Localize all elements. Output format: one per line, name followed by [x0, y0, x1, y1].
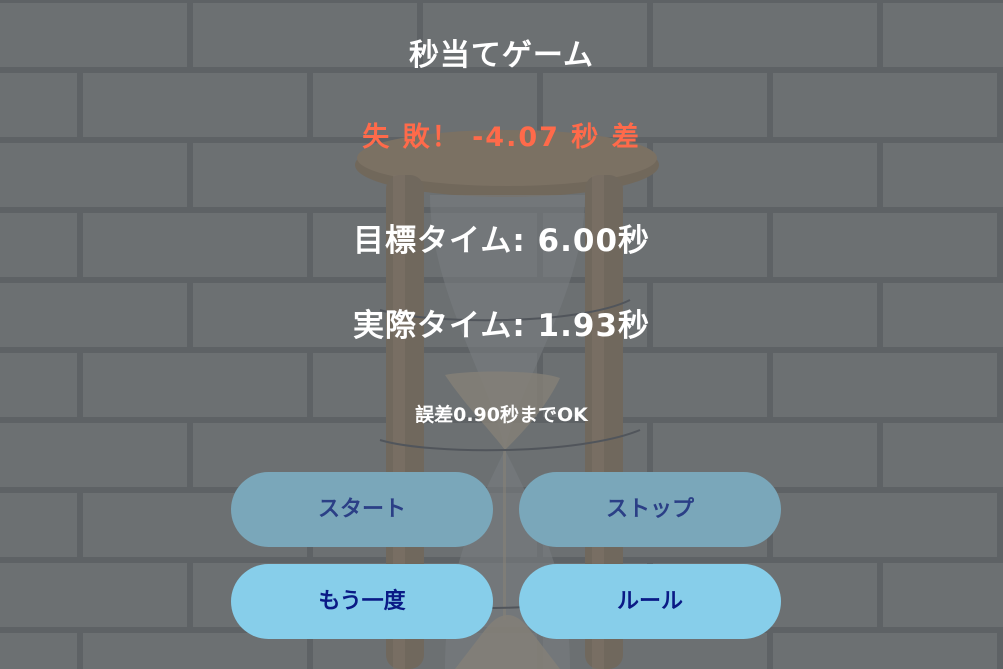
start-button[interactable]: スタート	[231, 472, 493, 547]
target-time: 目標タイム: 6.00秒	[352, 223, 651, 259]
retry-button[interactable]: もう一度	[231, 564, 493, 639]
tolerance-note: 誤差0.90秒までOK	[415, 404, 588, 426]
result-message: 失 敗！ -4.07 秒 差	[362, 122, 641, 153]
game-panel: 秒当てゲーム 失 敗！ -4.07 秒 差 目標タイム: 6.00秒 実際タイム…	[0, 0, 1003, 669]
game-title: 秒当てゲーム	[408, 38, 595, 73]
stop-button[interactable]: ストップ	[519, 472, 781, 547]
rules-button[interactable]: ルール	[519, 564, 781, 639]
actual-time: 実際タイム: 1.93秒	[352, 308, 651, 344]
